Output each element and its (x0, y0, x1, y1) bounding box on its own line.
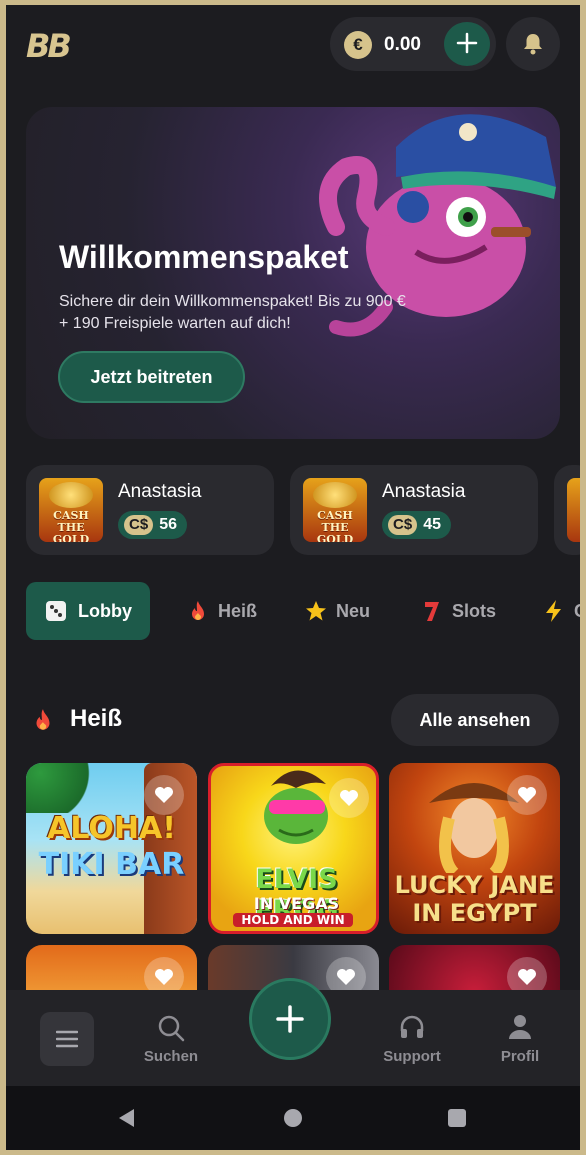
win-amount-badge: C$ 56 (118, 511, 187, 539)
heart-icon (155, 969, 173, 985)
currency-badge: C$ (388, 515, 418, 535)
tab-label: Slots (452, 601, 497, 621)
tab-slots[interactable]: Slots (418, 582, 496, 640)
deposit-button[interactable] (444, 22, 490, 66)
join-now-button[interactable]: Jetzt beitreten (58, 351, 245, 403)
heart-icon (155, 787, 173, 803)
fire-icon (36, 709, 50, 730)
home-icon[interactable] (282, 1107, 304, 1129)
search-icon (158, 1015, 185, 1042)
tab-label: Neu (336, 601, 371, 621)
banner-title: Willkommenspaket (59, 239, 349, 275)
plus-icon (276, 1005, 304, 1033)
wallet-pill[interactable]: € 0.00 (330, 17, 496, 71)
heart-icon (340, 790, 358, 806)
frog-character (264, 770, 328, 844)
plus-icon (456, 32, 478, 54)
recents-icon[interactable] (446, 1107, 468, 1129)
bell-icon (524, 34, 542, 55)
cash-the-gold-thumbnail: CASH THE GOLD (303, 478, 367, 542)
header: BB € 0.00 (6, 5, 580, 83)
tab-lobby[interactable]: Lobby (26, 582, 150, 640)
euro-coin-icon: € (344, 31, 372, 59)
section-title: Heiß (70, 705, 123, 732)
nav-support[interactable]: Support (367, 990, 457, 1086)
nav-label: Suchen (143, 1048, 199, 1065)
heart-icon (337, 969, 355, 985)
currency-badge: C$ (124, 515, 154, 535)
favorite-button[interactable] (507, 775, 547, 815)
game-tagline: HOLD AND WIN (233, 913, 353, 927)
game-subtitle: IN EGYPT (412, 899, 537, 927)
win-amount: 45 (423, 516, 441, 533)
lightning-icon (546, 600, 561, 622)
see-all-button[interactable]: Alle ansehen (391, 694, 559, 746)
fire-icon (192, 601, 204, 620)
heart-icon (518, 969, 536, 985)
nav-profile[interactable]: Profil (475, 990, 565, 1086)
recent-winners-strip: CASH THE GOLD Anastasia C$ 56 CASH THE GO… (26, 465, 580, 555)
banner-subtitle: Sichere dir dein Willkommenspaket! Bis z… (59, 293, 406, 332)
game-tile-aloha-tiki-bar[interactable]: ALOHA! TIKI BAR (26, 763, 197, 934)
heart-icon (518, 787, 536, 803)
dice-icon (46, 601, 66, 621)
menu-button[interactable] (40, 1012, 94, 1066)
quick-deposit-button[interactable] (249, 978, 331, 1060)
winner-card-partial[interactable] (554, 465, 580, 555)
palm-leaves (26, 763, 96, 813)
cash-the-gold-thumbnail: CASH THE GOLD (39, 478, 103, 542)
nav-label: Profil (500, 1048, 540, 1065)
thumbnail-game-label: CASH THE GOLD (52, 509, 90, 543)
tab-label: Heiß (218, 601, 258, 621)
game-title: ALOHA! (47, 811, 176, 846)
win-amount-badge: C$ 45 (382, 511, 451, 539)
game-tile-lucky-jane[interactable]: LUCKY JANE IN EGYPT (389, 763, 560, 934)
nav-search[interactable]: Suchen (126, 990, 216, 1086)
tab-label: Lobby (78, 601, 132, 621)
thumbnail-game-label: CASH THE GOLD (316, 509, 354, 543)
tab-hot[interactable]: Heiß (184, 582, 257, 640)
tab-new[interactable]: Neu (302, 582, 370, 640)
hamburger-icon (56, 1030, 78, 1048)
tab-more[interactable]: C (540, 582, 580, 640)
seven-icon (425, 602, 439, 621)
winner-card[interactable]: CASH THE GOLD Anastasia C$ 56 (26, 465, 274, 555)
back-icon[interactable] (116, 1107, 138, 1129)
game-title: LUCKY JANE (394, 871, 555, 899)
tab-label: C (574, 601, 580, 621)
category-tabs: Lobby Heiß Neu Slots C (26, 582, 580, 642)
gold-coins-icon (49, 482, 93, 508)
brand-logo[interactable]: BB (26, 27, 72, 65)
notifications-button[interactable] (506, 17, 560, 71)
game-tile-elvis-frog[interactable]: ELVIS FROG IN VEGAS HOLD AND WIN (208, 763, 379, 934)
favorite-button[interactable] (329, 778, 369, 818)
winner-card[interactable]: CASH THE GOLD Anastasia C$ 45 (290, 465, 538, 555)
cash-the-gold-thumbnail (567, 478, 580, 542)
balance-value: 0.00 (384, 34, 421, 55)
nav-label: Support (383, 1048, 441, 1065)
win-amount: 56 (159, 516, 177, 533)
app-frame: BB € 0.00 Willkommenspaket Sichere dir d… (6, 5, 580, 1150)
user-icon (509, 1015, 531, 1039)
game-subtitle: TIKI BAR (38, 847, 185, 882)
winner-name: Anastasia (118, 481, 202, 502)
system-navigation-bar (6, 1086, 580, 1150)
welcome-banner[interactable]: Willkommenspaket Sichere dir dein Willko… (26, 107, 560, 439)
favorite-button[interactable] (144, 775, 184, 815)
headset-icon (400, 1015, 424, 1038)
star-icon (306, 601, 326, 621)
winner-name: Anastasia (382, 481, 466, 502)
gold-coins-icon (313, 482, 357, 508)
game-subtitle: IN VEGAS (253, 894, 340, 913)
